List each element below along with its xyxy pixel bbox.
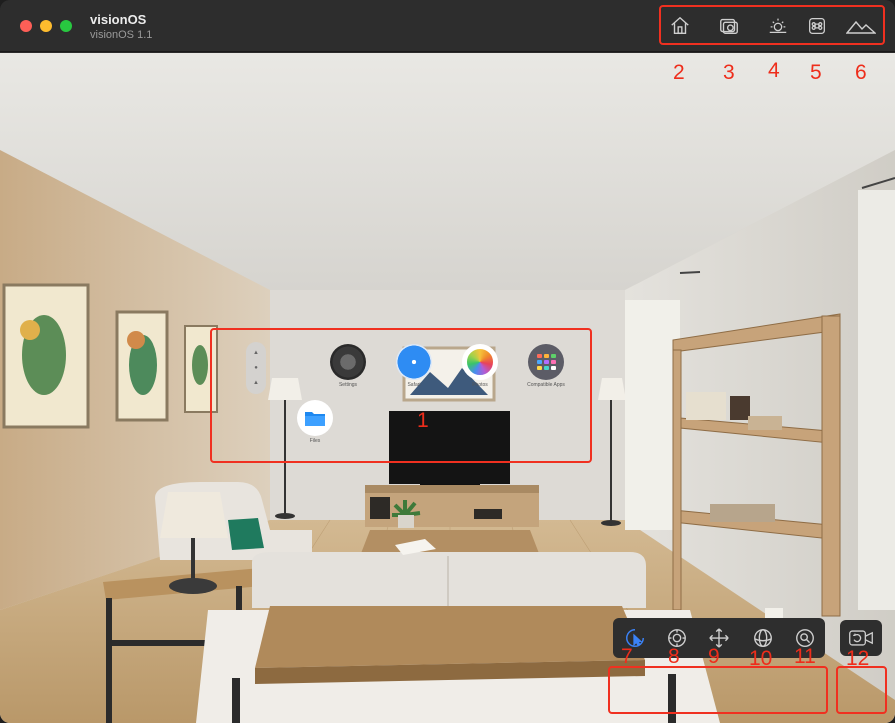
annotation-number-9: 9 [708,645,720,668]
annotation-number-10: 10 [749,647,773,670]
annotation-box-app-grid [210,328,592,463]
annotation-number-3: 3 [723,61,735,84]
annotation-number-6: 6 [855,61,867,84]
window-title: visionOS [90,12,147,27]
simulator-window: visionOS visionOS 1.1 Settings Safari Ph… [0,0,895,723]
annotation-number-2: 2 [673,61,685,84]
annotation-number-7: 7 [621,645,633,668]
annotation-box-camera [836,666,887,714]
annotation-box-bottom-toolbar [608,666,828,714]
close-window-button[interactable] [20,20,32,32]
annotation-number-1: 1 [417,409,429,432]
minimize-window-button[interactable] [40,20,52,32]
annotation-number-4: 4 [768,59,780,82]
zoom-window-button[interactable] [60,20,72,32]
annotation-box-top-toolbar [659,5,885,45]
annotation-number-12: 12 [846,647,870,670]
window-subtitle: visionOS 1.1 [90,29,153,41]
annotation-number-5: 5 [810,61,822,84]
annotation-number-8: 8 [668,645,680,668]
annotation-number-11: 11 [794,645,816,668]
